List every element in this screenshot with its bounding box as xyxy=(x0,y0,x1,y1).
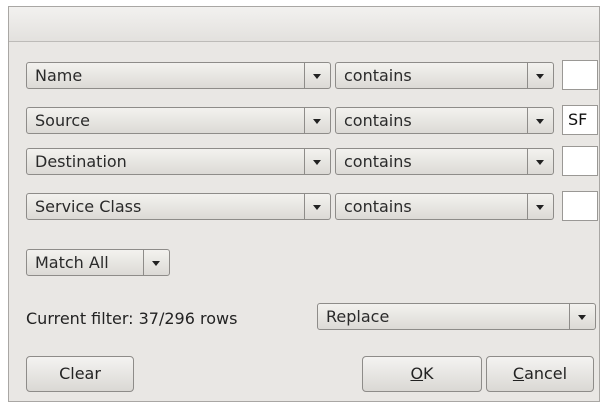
apply-mode-label: Replace xyxy=(326,307,390,326)
filter-operator-select-1[interactable]: contains xyxy=(335,62,554,89)
match-mode-label: Match All xyxy=(35,253,109,272)
filter-value-input-1[interactable] xyxy=(562,60,598,90)
chevron-down-icon[interactable] xyxy=(304,108,330,133)
filter-field-select-3[interactable]: Destination xyxy=(26,148,331,175)
cancel-button[interactable]: Cancel xyxy=(486,356,594,392)
chevron-down-icon[interactable] xyxy=(304,63,330,88)
filter-field-select-4[interactable]: Service Class xyxy=(26,193,331,220)
ok-button[interactable]: OK xyxy=(362,356,482,392)
filter-field-label-2: Source xyxy=(35,111,90,130)
chevron-down-icon[interactable] xyxy=(527,149,553,174)
filter-status-text: Current filter: 37/296 rows xyxy=(26,309,238,328)
cancel-mnemonic: C xyxy=(512,364,525,383)
match-mode-select[interactable]: Match All xyxy=(26,249,170,276)
chevron-down-icon[interactable] xyxy=(569,304,595,329)
filter-value-input-4[interactable] xyxy=(562,191,598,221)
scrollbar[interactable] xyxy=(599,57,600,94)
filter-field-select-2[interactable]: Source xyxy=(26,107,331,134)
filter-value-input-2[interactable]: SF xyxy=(562,105,598,135)
filter-operator-select-2[interactable]: contains xyxy=(335,107,554,134)
filter-field-select-1[interactable]: Name xyxy=(26,62,331,89)
chevron-down-icon[interactable] xyxy=(527,63,553,88)
filter-field-label-3: Destination xyxy=(35,152,127,171)
chevron-down-icon[interactable] xyxy=(304,149,330,174)
filter-operator-label-2: contains xyxy=(344,111,412,130)
cancel-label-rest: ancel xyxy=(524,364,568,383)
filter-field-label-1: Name xyxy=(35,66,83,85)
filter-operator-select-4[interactable]: contains xyxy=(335,193,554,220)
dialog-titlebar xyxy=(9,7,599,42)
ok-label-rest: K xyxy=(423,364,434,383)
chevron-down-icon[interactable] xyxy=(304,194,330,219)
clear-button[interactable]: Clear xyxy=(26,356,134,392)
chevron-down-icon[interactable] xyxy=(143,250,169,275)
chevron-down-icon[interactable] xyxy=(527,194,553,219)
chevron-down-icon[interactable] xyxy=(527,108,553,133)
filter-operator-label-4: contains xyxy=(344,197,412,216)
filter-operator-select-3[interactable]: contains xyxy=(335,148,554,175)
filter-field-label-4: Service Class xyxy=(35,197,142,216)
filter-operator-label-1: contains xyxy=(344,66,412,85)
apply-mode-select[interactable]: Replace xyxy=(317,303,596,330)
ok-mnemonic: O xyxy=(410,364,424,383)
filter-operator-label-3: contains xyxy=(344,152,412,171)
filter-value-input-3[interactable] xyxy=(562,146,598,176)
filter-dialog: Name contains Source contains SF Destina… xyxy=(8,6,600,402)
